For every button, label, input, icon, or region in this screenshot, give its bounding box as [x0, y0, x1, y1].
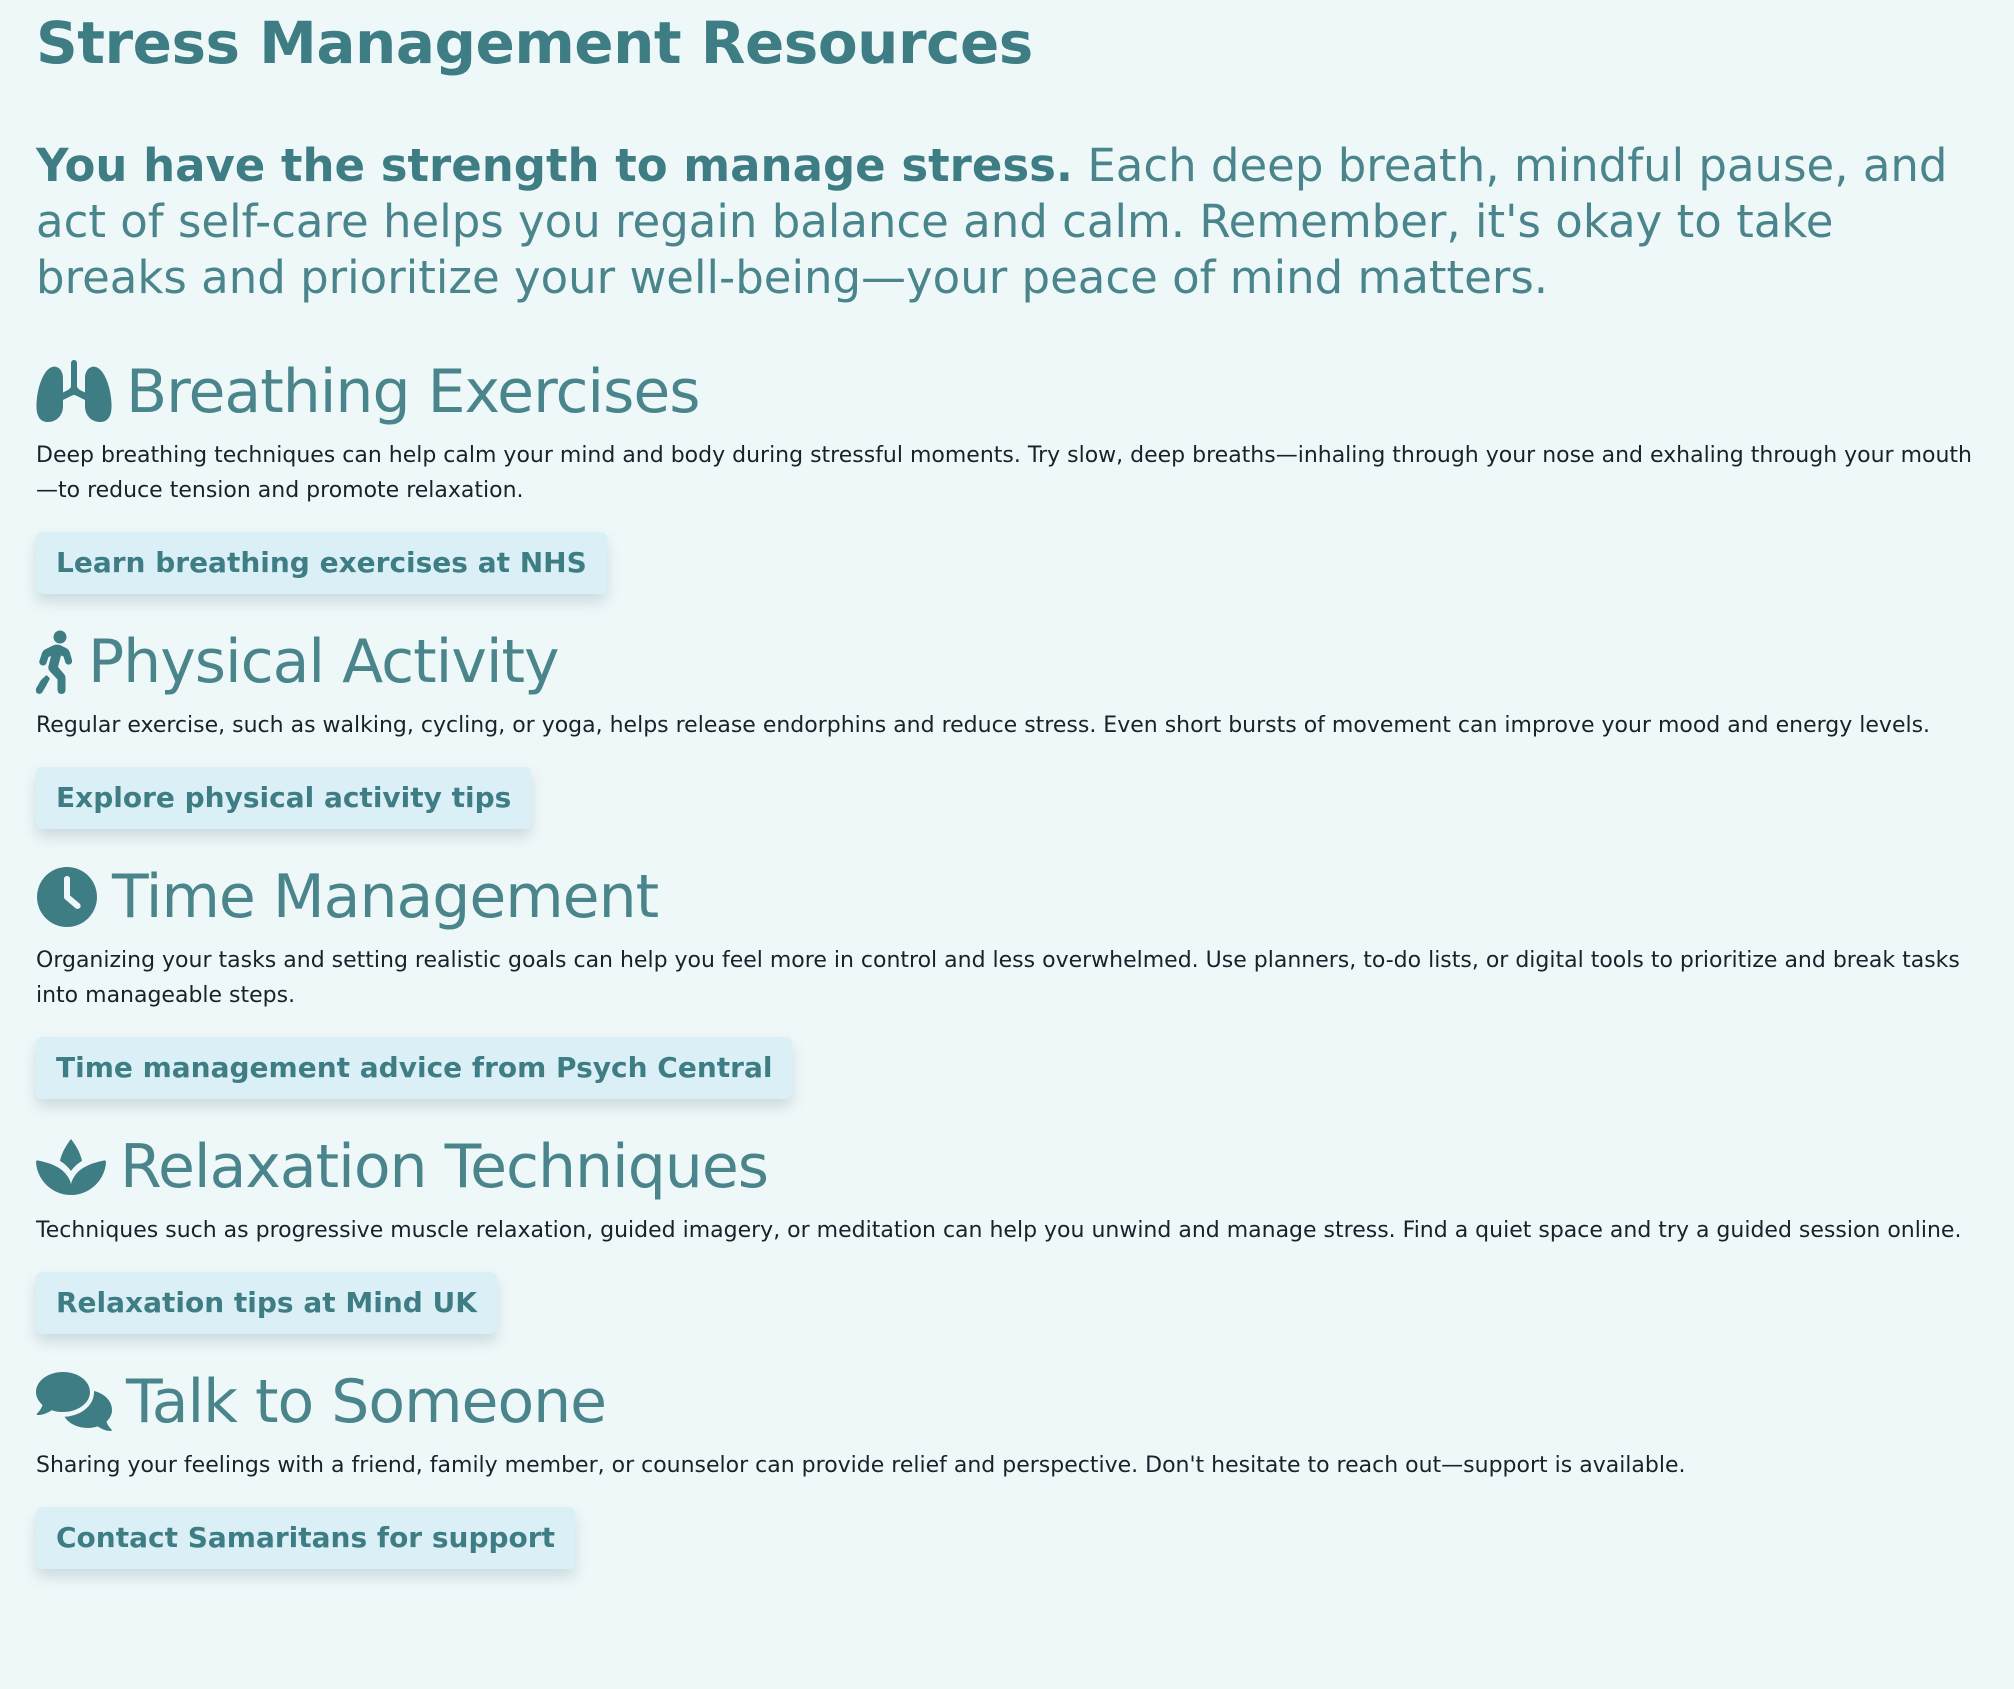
- section-description: Regular exercise, such as walking, cycli…: [36, 713, 1931, 738]
- physical-activity-tips-link-button[interactable]: Explore physical activity tips: [36, 767, 532, 829]
- page: Stress Management Resources You have the…: [0, 0, 2014, 1689]
- section-relaxation-techniques: Relaxation Techniques Techniques such as…: [36, 1131, 1978, 1334]
- section-description: Techniques such as progressive muscle re…: [36, 1218, 1962, 1243]
- clock-icon: [36, 866, 98, 928]
- person-walking-icon: [36, 630, 76, 694]
- section-heading: Talk to Someone: [36, 1366, 1978, 1438]
- section-title: Talk to Someone: [126, 1367, 607, 1437]
- intro-paragraph: You have the strength to manage stress. …: [36, 138, 1976, 306]
- samaritans-link-button[interactable]: Contact Samaritans for support: [36, 1507, 575, 1569]
- intro-lead: You have the strength to manage stress.: [36, 139, 1074, 192]
- section-description: Sharing your feelings with a friend, fam…: [36, 1453, 1686, 1478]
- section-physical-activity: Physical Activity Regular exercise, such…: [36, 626, 1978, 829]
- nhs-breathing-link-button[interactable]: Learn breathing exercises at NHS: [36, 532, 607, 594]
- section-description: Deep breathing techniques can help calm …: [36, 443, 1972, 503]
- section-title: Breathing Exercises: [126, 357, 701, 427]
- section-heading: Physical Activity: [36, 626, 1978, 698]
- section-heading: Breathing Exercises: [36, 356, 1978, 428]
- section-breathing-exercises: Breathing Exercises Deep breathing techn…: [36, 356, 1978, 594]
- mind-uk-link-button[interactable]: Relaxation tips at Mind UK: [36, 1272, 497, 1334]
- section-title: Time Management: [112, 862, 659, 932]
- section-title: Physical Activity: [88, 627, 560, 697]
- section-title: Relaxation Techniques: [120, 1132, 769, 1202]
- lungs-icon: [36, 360, 112, 424]
- section-talk-to-someone: Talk to Someone Sharing your feelings wi…: [36, 1366, 1978, 1569]
- section-time-management: Time Management Organizing your tasks an…: [36, 861, 1978, 1099]
- comments-icon: [36, 1372, 112, 1432]
- page-title: Stress Management Resources: [36, 9, 1033, 77]
- section-heading: Relaxation Techniques: [36, 1131, 1978, 1203]
- section-description: Organizing your tasks and setting realis…: [36, 948, 1960, 1008]
- psych-central-link-button[interactable]: Time management advice from Psych Centra…: [36, 1037, 793, 1099]
- section-heading: Time Management: [36, 861, 1978, 933]
- lotus-icon: [36, 1139, 106, 1195]
